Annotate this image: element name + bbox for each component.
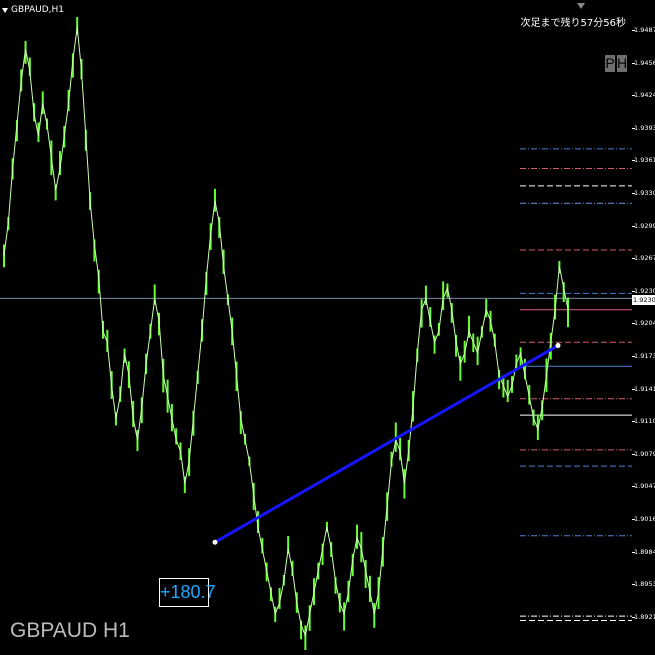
dropdown-triangle-icon[interactable] [2, 7, 8, 13]
price-axis-label: 1.94875 [634, 26, 655, 34]
current-price-label: 1.92305 [632, 295, 655, 305]
price-axis-label: 1.94245 [634, 91, 655, 100]
chart-shift-marker-icon[interactable] [577, 3, 585, 9]
price-axis-label: 1.92675 [634, 254, 655, 263]
pips-gain-label: +180.7 [159, 578, 216, 607]
price-axis-label: 1.91730 [634, 352, 655, 360]
price-axis-label: 1.92045 [634, 319, 655, 328]
price-axis-label: 1.93930 [634, 123, 655, 132]
ph-buttons: P H [605, 55, 627, 72]
trendline-anchor-handle[interactable] [212, 539, 218, 545]
price-axis-label: 1.89845 [634, 547, 655, 556]
chart-window[interactable]: GBPAUD,H1 次足まで残り57分56秒 P H 1.94875 1.9456… [0, 0, 655, 655]
price-axis-label: 1.91100 [634, 417, 655, 426]
price-axis-label: 1.90475 [634, 482, 655, 491]
price-axis-label: 1.92305 [634, 286, 655, 295]
p-button[interactable]: P [605, 55, 615, 72]
chart-symbol-label: GBPAUD H1 [10, 619, 130, 642]
price-axis-label: 1.90160 [634, 515, 655, 523]
price-axis-label: 1.89530 [634, 580, 655, 589]
bar-countdown: 次足まで残り57分56秒 [520, 18, 626, 29]
price-series-line [3, 27, 569, 638]
symbol-tab[interactable]: GBPAUD,H1 [2, 3, 64, 17]
trendline-anchor-handle[interactable] [555, 343, 561, 349]
price-axis-label: 1.91415 [634, 384, 655, 393]
price-axis-label: 1.93615 [634, 156, 655, 165]
price-axis-label: 1.92990 [634, 221, 655, 230]
h-button[interactable]: H [617, 55, 627, 72]
price-axis-label: 1.93300 [634, 189, 655, 197]
price-axis[interactable]: 1.94875 1.94560 1.94245 1.93930 1.93615 1.933… [632, 0, 655, 655]
price-axis-label: 1.90790 [634, 449, 655, 458]
price-axis-label: 1.94560 [634, 58, 655, 67]
symbol-tab-label: GBPAUD,H1 [11, 5, 65, 15]
price-plot[interactable] [0, 0, 632, 655]
price-axis-label: 1.89215 [634, 612, 655, 621]
